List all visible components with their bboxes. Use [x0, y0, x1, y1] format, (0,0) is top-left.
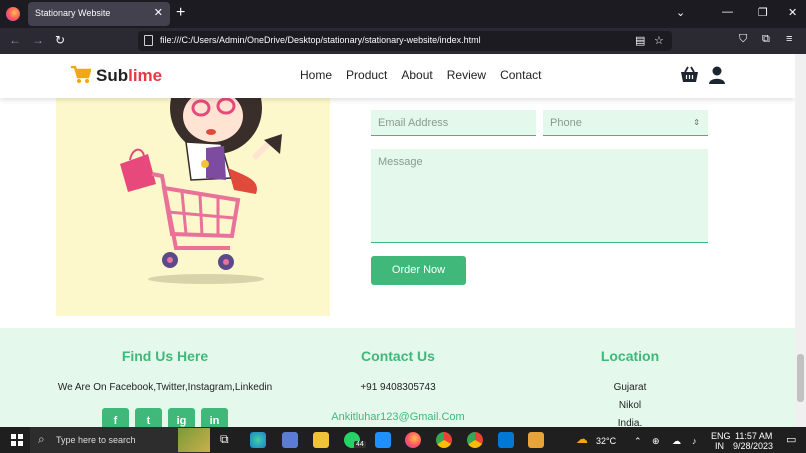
taskbar-search-placeholder: Type here to search: [56, 435, 136, 445]
basket-icon[interactable]: [680, 66, 699, 83]
restore-icon[interactable]: ❐: [758, 6, 768, 19]
tray-chevron-icon[interactable]: ⌃: [634, 436, 642, 447]
windows-taskbar: ⌕ Type here to search ⧉ 44 ☁ 32°C ⌃ ⊕ ☁ …: [0, 427, 806, 453]
browser-tab-bar: Stationary Website ✕ + ⌄ — ❐ ✕: [0, 0, 806, 28]
store-icon[interactable]: [282, 432, 298, 448]
chrome-icon[interactable]: [436, 432, 452, 448]
minimize-icon[interactable]: —: [722, 6, 733, 18]
footer-location: Location Gujarat Nikol India.: [540, 328, 720, 427]
windows-start-icon[interactable]: [11, 434, 23, 446]
weather-temp[interactable]: 32°C: [596, 436, 616, 446]
location-line-1: Gujarat: [613, 382, 647, 393]
tab-close-icon[interactable]: ✕: [154, 6, 163, 19]
location-title: Location: [600, 348, 660, 364]
firefox-icon[interactable]: [6, 7, 20, 21]
nav-about[interactable]: About: [401, 68, 432, 82]
number-spinner-icon[interactable]: ⇕: [693, 110, 700, 136]
vscode-icon[interactable]: [498, 432, 514, 448]
shopping-illustration: [56, 98, 330, 316]
site-logo[interactable]: Sublime: [96, 66, 162, 86]
menu-icon[interactable]: ≡: [786, 33, 792, 45]
order-now-button[interactable]: Order Now: [371, 256, 466, 285]
pocket-icon[interactable]: ⛉: [739, 33, 747, 46]
notifications-icon[interactable]: ▭: [786, 433, 796, 446]
linkedin-icon[interactable]: in: [201, 408, 228, 427]
lang-primary[interactable]: ENG: [711, 431, 731, 441]
weather-icon[interactable]: ☁: [576, 432, 588, 446]
bookmark-star-icon[interactable]: ☆: [654, 34, 664, 47]
contact-title: Contact Us: [361, 348, 435, 364]
network-icon[interactable]: ⊕: [652, 436, 660, 447]
tab-title: Stationary Website: [35, 8, 111, 18]
location-line-3: India.: [617, 418, 643, 427]
find-us-text: We Are On Facebook,Twitter,Instagram,Lin…: [57, 382, 273, 393]
clock-time[interactable]: 11:57 AM: [735, 431, 772, 441]
logo-text-part2: lime: [128, 66, 163, 85]
location-line-2: Nikol: [618, 400, 642, 411]
clock-date[interactable]: 9/28/2023: [733, 441, 773, 451]
chrome-profile-icon[interactable]: [467, 432, 483, 448]
whatsapp-badge: 44: [354, 441, 366, 448]
browser-tab[interactable]: Stationary Website ✕: [28, 2, 170, 26]
footer-find-us: Find Us Here We Are On Facebook,Twitter,…: [40, 328, 290, 393]
phone-placeholder: Phone: [550, 117, 582, 129]
new-tab-icon[interactable]: +: [176, 4, 185, 22]
url-bar[interactable]: file:///C:/Users/Admin/OneDrive/Desktop/…: [138, 31, 672, 51]
find-us-title: Find Us Here: [121, 348, 209, 364]
footer-contact: Contact Us +91 9408305743 Ankitluhar123@…: [300, 328, 496, 423]
nav-home[interactable]: Home: [300, 68, 332, 82]
scrollbar-thumb[interactable]: [797, 354, 804, 402]
site-footer: Find Us Here We Are On Facebook,Twitter,…: [0, 328, 795, 427]
nav-product[interactable]: Product: [346, 68, 387, 82]
reader-view-icon[interactable]: ▤: [635, 34, 645, 47]
contact-email[interactable]: Ankitluhar123@Gmail.Com: [300, 411, 496, 423]
email-input[interactable]: Email Address: [371, 110, 536, 136]
file-explorer-icon[interactable]: [313, 432, 329, 448]
phone-input[interactable]: Phone ⇕: [543, 110, 708, 136]
page-scrollbar[interactable]: [795, 54, 806, 427]
task-view-icon[interactable]: ⧉: [220, 432, 236, 448]
reload-icon[interactable]: ↻: [55, 33, 65, 47]
url-text[interactable]: file:///C:/Users/Admin/OneDrive/Desktop/…: [160, 35, 481, 45]
firefox-taskbar-icon[interactable]: [405, 432, 421, 448]
edge-icon[interactable]: [250, 432, 266, 448]
volume-icon[interactable]: ♪: [692, 436, 697, 446]
nav-review[interactable]: Review: [447, 68, 486, 82]
forward-icon[interactable]: →: [32, 33, 44, 47]
page-viewport: Sublime Home Product About Review Contac…: [0, 54, 795, 427]
tab-list-icon[interactable]: ⌄: [676, 6, 685, 19]
search-icon: ⌕: [38, 432, 45, 446]
logo-text-part1: Sub: [96, 66, 129, 85]
facebook-icon[interactable]: f: [102, 408, 129, 427]
message-textarea[interactable]: Message: [371, 149, 708, 243]
page-icon: [144, 35, 153, 46]
cloud-icon[interactable]: ☁: [672, 436, 681, 447]
browser-nav-bar: ← → ↻ file:///C:/Users/Admin/OneDrive/De…: [0, 28, 806, 54]
mail-icon[interactable]: [375, 432, 391, 448]
social-links: f t ig in: [102, 408, 228, 427]
twitter-icon[interactable]: t: [135, 408, 162, 427]
back-icon[interactable]: ←: [9, 33, 21, 47]
contact-phone[interactable]: +91 9408305743: [300, 382, 496, 393]
app-icon[interactable]: [528, 432, 544, 448]
taskbar-search[interactable]: ⌕ Type here to search: [30, 427, 210, 453]
cart-logo-icon: [71, 66, 91, 83]
extensions-icon[interactable]: ⧉: [762, 33, 770, 46]
user-icon[interactable]: [709, 66, 725, 84]
instagram-icon[interactable]: ig: [168, 408, 195, 427]
nav-contact[interactable]: Contact: [500, 68, 541, 82]
close-window-icon[interactable]: ✕: [788, 6, 797, 19]
search-highlight-image: [178, 428, 210, 452]
main-nav: Home Product About Review Contact: [300, 68, 555, 82]
site-header: Sublime Home Product About Review Contac…: [0, 54, 795, 98]
lang-secondary[interactable]: IN: [715, 441, 724, 451]
girl-with-cart-illustration: [120, 98, 282, 284]
